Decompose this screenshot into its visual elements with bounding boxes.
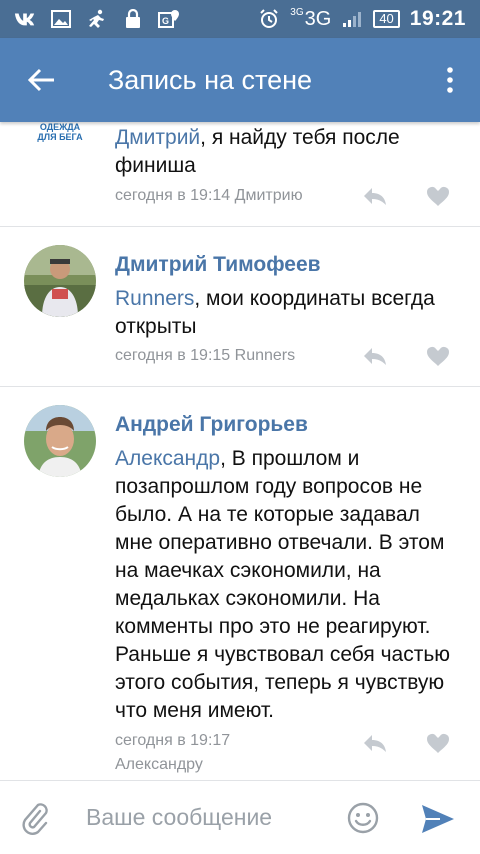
logo-line-2: ДЛЯ БЕГА [37, 132, 83, 142]
more-vertical-icon [447, 67, 453, 93]
comment-text: Александр, В прошлом и позапрошлом году … [115, 445, 460, 725]
app-toolbar: Запись на стене [0, 38, 480, 122]
clock: 19:21 [409, 7, 466, 30]
comment-meta: сегодня в 19:15 Runners [115, 347, 296, 364]
comment-text: Дмитрий, я найду тебя после финиша [115, 124, 460, 180]
lock-icon [122, 9, 144, 29]
network-label: 3G [304, 7, 332, 30]
heart-icon[interactable] [426, 732, 450, 754]
avatar[interactable] [24, 245, 96, 317]
avatar[interactable] [24, 405, 96, 477]
page-title: Запись на стене [108, 64, 313, 95]
author-name[interactable]: Дмитрий Тимофеев [115, 253, 321, 277]
logo-line-1: ОДЕЖДА [39, 122, 81, 132]
attach-button[interactable] [0, 781, 70, 854]
comment-meta: сегодня в 19:17 Александру [115, 729, 230, 777]
maps-icon: G [158, 9, 180, 29]
status-bar: G 3G 3G 40 19:21 [0, 0, 480, 38]
author-name[interactable]: Андрей Григорьев [115, 413, 308, 437]
paperclip-icon [22, 802, 48, 835]
comment-item: Дмитрий Тимофеев Runners, мои координаты… [0, 227, 480, 387]
reply-icon[interactable] [362, 345, 388, 367]
comment-item: Андрей Григорьев Александр, В прошлом и … [0, 387, 480, 780]
mention-link[interactable]: Runners [115, 287, 194, 310]
comment-text: Runners, мои координаты всегда открыты [115, 285, 460, 341]
vk-icon [14, 9, 36, 29]
mention-link[interactable]: Александр [115, 447, 220, 470]
comment-meta: сегодня в 19:14 Дмитрию [115, 187, 303, 204]
comment-body: , В прошлом и позапрошлом году вопросов … [115, 447, 451, 722]
signal-icon [341, 9, 363, 29]
arrow-left-icon [28, 68, 54, 92]
battery-indicator: 40 [373, 10, 400, 28]
more-menu-button[interactable] [420, 38, 480, 122]
network-indicator: 3G 3G [290, 6, 332, 31]
emoji-icon[interactable] [346, 801, 380, 835]
network-small-label: 3G [290, 6, 304, 18]
svg-text:G: G [162, 16, 169, 26]
reply-to[interactable]: Александру [115, 753, 230, 777]
comments-list[interactable]: ОДЕЖДА ДЛЯ БЕГА Дмитрий, я найду тебя по… [0, 122, 480, 780]
heart-icon[interactable] [426, 345, 450, 367]
runner-icon [86, 9, 108, 29]
runners-logo[interactable]: ОДЕЖДА ДЛЯ БЕГА [24, 122, 96, 150]
message-composer [0, 780, 480, 854]
send-icon[interactable] [420, 803, 456, 835]
reply-icon[interactable] [362, 732, 388, 754]
image-icon [50, 9, 72, 29]
heart-icon[interactable] [426, 185, 450, 207]
reply-icon[interactable] [362, 185, 388, 207]
back-button[interactable] [0, 38, 84, 122]
mention-link[interactable]: Дмитрий [115, 126, 200, 149]
notification-icons: G [0, 9, 180, 29]
comment-time: сегодня в 19:17 [115, 732, 231, 749]
message-input[interactable] [86, 804, 336, 831]
system-icons: 3G 3G 40 19:21 [258, 7, 480, 31]
alarm-icon [258, 9, 280, 29]
comment-item: ОДЕЖДА ДЛЯ БЕГА Дмитрий, я найду тебя по… [0, 122, 480, 226]
